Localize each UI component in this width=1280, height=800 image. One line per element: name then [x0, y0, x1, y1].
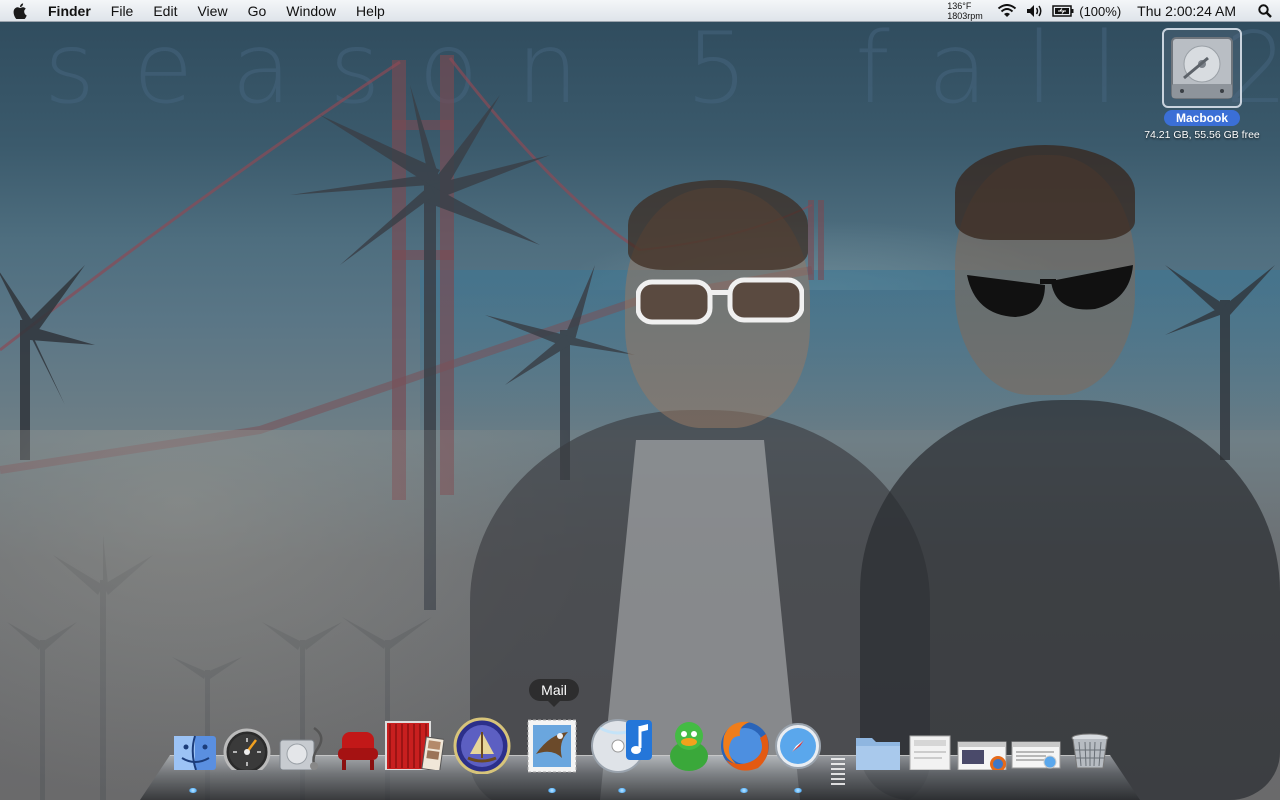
- front-row-icon: [338, 732, 378, 770]
- battery-percentage[interactable]: (100%): [1077, 4, 1129, 19]
- document-icon: [909, 735, 951, 770]
- dock-item-dashboard[interactable]: [220, 714, 280, 784]
- dock-item-mail[interactable]: [522, 714, 582, 784]
- dock-item-adium[interactable]: [664, 714, 724, 784]
- dock-tooltip: Mail: [529, 679, 579, 707]
- folder-icon: [856, 738, 900, 770]
- volume-icon[interactable]: [1021, 0, 1049, 22]
- menu-edit[interactable]: Edit: [143, 0, 187, 22]
- menu-help[interactable]: Help: [346, 0, 395, 22]
- apple-menu-icon[interactable]: [0, 0, 40, 22]
- spotlight-search-icon[interactable]: [1250, 0, 1280, 22]
- wallpaper-person-right-hair: [955, 145, 1135, 240]
- dock-item-age-of-empires[interactable]: [452, 714, 512, 784]
- dock-item-finder[interactable]: [166, 714, 226, 784]
- dock-item-front-row[interactable]: [330, 714, 390, 784]
- dock-separator[interactable]: [831, 758, 845, 788]
- hard-drive-icon: [1162, 28, 1242, 108]
- finder-running-indicator: [189, 788, 197, 793]
- finder-icon: [174, 735, 216, 770]
- wallpaper-person-left-hair: [628, 180, 808, 270]
- safari-running-indicator: [794, 788, 802, 793]
- firefox-running-indicator: [740, 788, 748, 793]
- mail-running-indicator: [548, 788, 556, 793]
- macbook-drive-capacity: 74.21 GB, 55.56 GB free: [1144, 129, 1260, 141]
- temperature-monitor[interactable]: 136°F 1803rpm: [945, 1, 993, 21]
- dashboard-icon: [223, 728, 271, 770]
- adium-icon: [670, 722, 708, 771]
- dock-item-disk-utility[interactable]: [274, 714, 334, 784]
- dock-item-trash[interactable]: [1068, 714, 1128, 784]
- safari-icon: [775, 723, 821, 769]
- menu-go[interactable]: Go: [238, 0, 277, 22]
- trash-icon: [1071, 733, 1109, 769]
- dock-item-photo-booth[interactable]: [384, 714, 444, 784]
- menu-window[interactable]: Window: [276, 0, 346, 22]
- minimized-window-safari-icon: [1011, 741, 1061, 769]
- menubar: Finder File Edit View Go Window Help 136…: [0, 0, 1280, 22]
- age-of-empires-icon: [453, 717, 511, 774]
- wallpaper-white-sunglasses: [636, 277, 804, 325]
- photo-booth-icon: [385, 721, 444, 770]
- menubar-clock[interactable]: Thu 2:00:24 AM: [1129, 3, 1250, 19]
- dock-item-minimized-firefox-window[interactable]: [956, 714, 1016, 784]
- macbook-drive-label: Macbook: [1164, 110, 1240, 126]
- mail-icon: [527, 719, 577, 773]
- battery-icon[interactable]: [1049, 0, 1077, 22]
- menu-file[interactable]: File: [101, 0, 144, 22]
- itunes-running-indicator: [618, 788, 626, 793]
- fan-speed-reading: 1803rpm: [947, 11, 983, 21]
- dock-item-firefox[interactable]: [716, 714, 776, 784]
- disk-utility-icon: [279, 726, 323, 770]
- itunes-icon: [591, 719, 652, 773]
- dock-item-documents-folder[interactable]: [852, 714, 912, 784]
- minimized-window-firefox-icon: [957, 741, 1007, 770]
- menu-view[interactable]: View: [187, 0, 237, 22]
- dock-item-safari[interactable]: [772, 714, 832, 784]
- menu-finder[interactable]: Finder: [40, 0, 101, 22]
- firefox-icon: [721, 721, 769, 771]
- dock-item-minimized-safari-window[interactable]: [1010, 714, 1070, 784]
- wallpaper-black-sunglasses: [967, 265, 1133, 317]
- desktop-wallpaper[interactable]: season 5 fall 2007: [0, 0, 1280, 800]
- temperature-reading: 136°F: [947, 1, 972, 11]
- wifi-icon[interactable]: [993, 0, 1021, 22]
- menubar-status-area: 136°F 1803rpm (100%) Thu 2:00:24 AM: [945, 0, 1280, 22]
- macbook-hard-drive[interactable]: Macbook 74.21 GB, 55.56 GB free: [1136, 28, 1268, 146]
- dock-item-itunes[interactable]: [590, 714, 652, 784]
